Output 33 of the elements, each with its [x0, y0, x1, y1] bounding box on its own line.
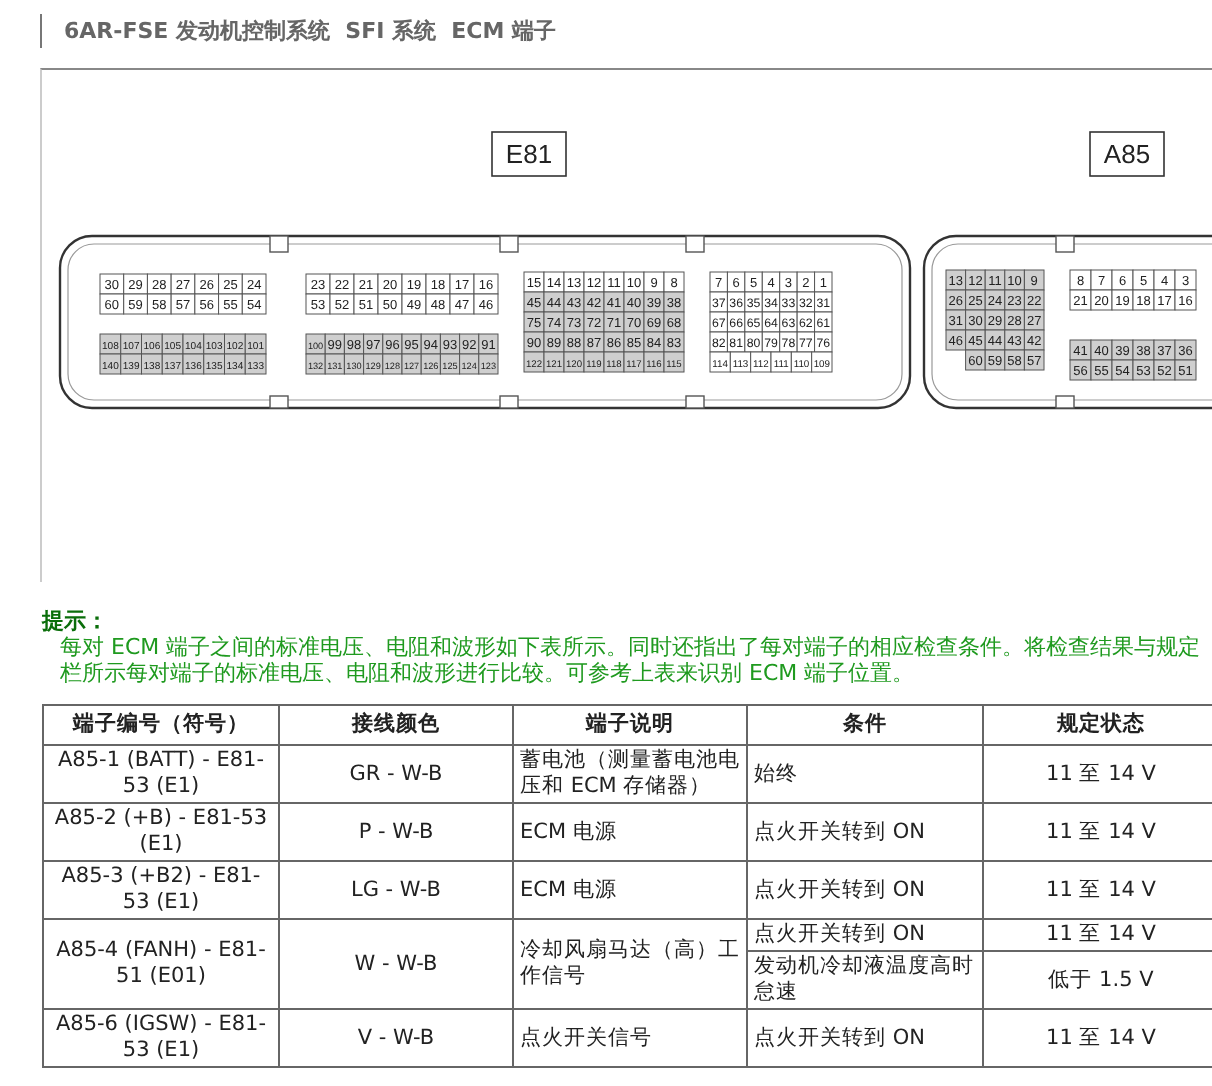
table-cell: A85-4 (FANH) - E81-51 (E01): [43, 919, 279, 1009]
table-cell: GR - W-B: [279, 745, 513, 803]
table-cell: W - W-B: [279, 919, 513, 1009]
column-header: 规定状态: [983, 705, 1212, 745]
connector-label: A85: [1089, 131, 1165, 177]
hint-text: 栏所示每对端子的标准电压、电阻和波形进行比较。可参考上表来识别 ECM 端子位置。: [58, 660, 917, 686]
table-cell: A85-1 (BATT) - E81-53 (E1): [43, 745, 279, 803]
table-cell: ECM 电源: [513, 861, 747, 919]
page-title: 6AR-FSE 发动机控制系统 SFI 系统 ECM 端子: [40, 13, 557, 47]
column-header: 条件: [747, 705, 983, 745]
table-cell: 点火开关转到 ON: [747, 861, 983, 919]
column-header: 接线颜色: [279, 705, 513, 745]
table-cell: 点火开关转到 ON: [747, 803, 983, 861]
table-cell: 点火开关转到 ON: [747, 1009, 983, 1067]
hint-title: 提示：: [42, 608, 110, 634]
table-cell: A85-3 (+B2) - E81-53 (E1): [43, 861, 279, 919]
table-cell: V - W-B: [279, 1009, 513, 1067]
column-header: 端子编号（符号）: [43, 705, 279, 745]
table-cell: ECM 电源: [513, 803, 747, 861]
table-cell: 冷却风扇马达（高）工作信号: [513, 919, 747, 1009]
table-cell: 点火开关信号: [513, 1009, 747, 1067]
table-cell: A85-6 (IGSW) - E81-53 (E1): [43, 1009, 279, 1067]
table-cell: 始终: [747, 745, 983, 803]
table-cell: 11 至 14 V: [983, 919, 1212, 951]
table-cell: P - W-B: [279, 803, 513, 861]
table-cell: 蓄电池（测量蓄电池电压和 ECM 存储器）: [513, 745, 747, 803]
table-cell: 发动机冷却液温度高时怠速: [747, 951, 983, 1009]
column-header: 端子说明: [513, 705, 747, 745]
table-cell: LG - W-B: [279, 861, 513, 919]
table-cell: A85-2 (+B) - E81-53 (E1): [43, 803, 279, 861]
connector-label: E81: [491, 131, 567, 177]
hint-text: 每对 ECM 端子之间的标准电压、电阻和波形如下表所示。同时还指出了每对端子的相应检查条件。将检查结果与规定: [58, 634, 1203, 660]
table-cell: 点火开关转到 ON: [747, 919, 983, 951]
